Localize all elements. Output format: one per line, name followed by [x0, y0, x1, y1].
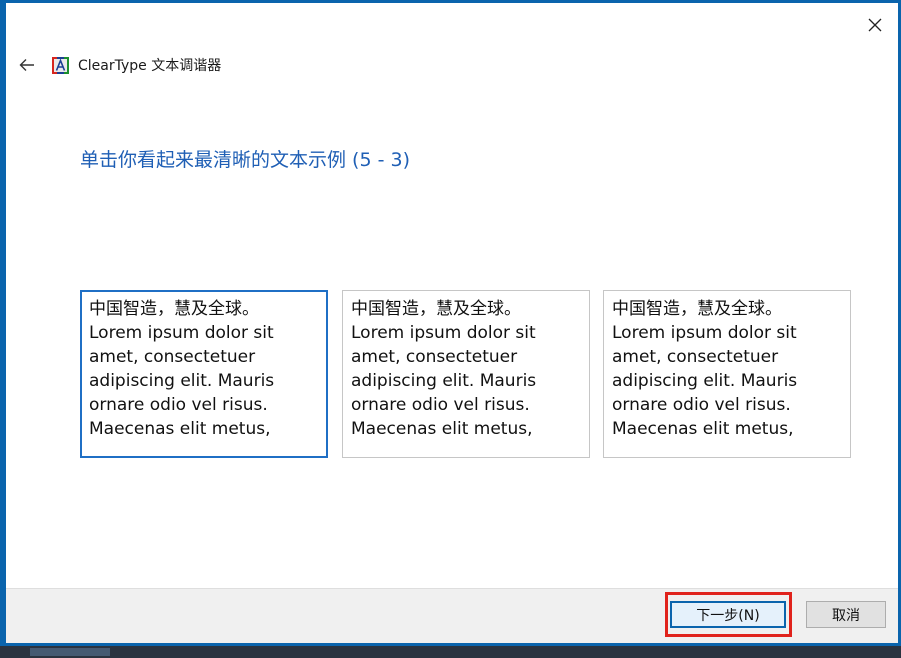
sample-line: Maecenas elit metus, [612, 419, 794, 439]
sample-line: Lorem ipsum dolor sit [612, 323, 797, 343]
text-sample-3[interactable]: 中国智造，慧及全球。 Lorem ipsum dolor sit amet, c… [603, 290, 851, 458]
cleartype-dialog: ClearType 文本调谐器 单击你看起来最清晰的文本示例 (5 - 3) 中… [0, 0, 901, 646]
sample-line: ornare odio vel risus. [89, 395, 268, 415]
sample-line: Maecenas elit metus, [89, 419, 271, 439]
sample-line: 中国智造，慧及全球。 [351, 299, 521, 319]
close-icon [868, 18, 882, 32]
back-arrow-icon [19, 59, 34, 71]
sample-line: Maecenas elit metus, [351, 419, 533, 439]
sample-line: adipiscing elit. Mauris [351, 371, 537, 391]
dialog-footer: 下一步(N) 取消 [6, 588, 898, 643]
dialog-header: ClearType 文本调谐器 [16, 53, 221, 77]
sample-line: ornare odio vel risus. [612, 395, 791, 415]
sample-line: amet, consectetuer [351, 347, 518, 367]
sample-line: Lorem ipsum dolor sit [351, 323, 536, 343]
cleartype-icon [52, 56, 69, 74]
sample-line: amet, consectetuer [89, 347, 256, 367]
sample-line: ornare odio vel risus. [351, 395, 530, 415]
text-samples: 中国智造，慧及全球。 Lorem ipsum dolor sit amet, c… [80, 290, 860, 462]
sample-line: adipiscing elit. Mauris [612, 371, 798, 391]
taskbar-strip [0, 646, 901, 658]
sample-line: Lorem ipsum dolor sit [89, 323, 274, 343]
next-button[interactable]: 下一步(N) [670, 601, 786, 628]
sample-line: 中国智造，慧及全球。 [89, 299, 259, 319]
text-sample-2[interactable]: 中国智造，慧及全球。 Lorem ipsum dolor sit amet, c… [342, 290, 590, 458]
sample-line: 中国智造，慧及全球。 [612, 299, 782, 319]
text-sample-1[interactable]: 中国智造，慧及全球。 Lorem ipsum dolor sit amet, c… [80, 290, 328, 458]
taskbar-segment [30, 648, 110, 656]
app-title: ClearType 文本调谐器 [78, 58, 222, 74]
cancel-button[interactable]: 取消 [806, 601, 886, 628]
instruction-heading: 单击你看起来最清晰的文本示例 (5 - 3) [80, 149, 410, 171]
close-button[interactable] [860, 11, 890, 39]
sample-line: amet, consectetuer [612, 347, 779, 367]
sample-line: adipiscing elit. Mauris [89, 371, 275, 391]
back-button[interactable] [16, 54, 38, 76]
